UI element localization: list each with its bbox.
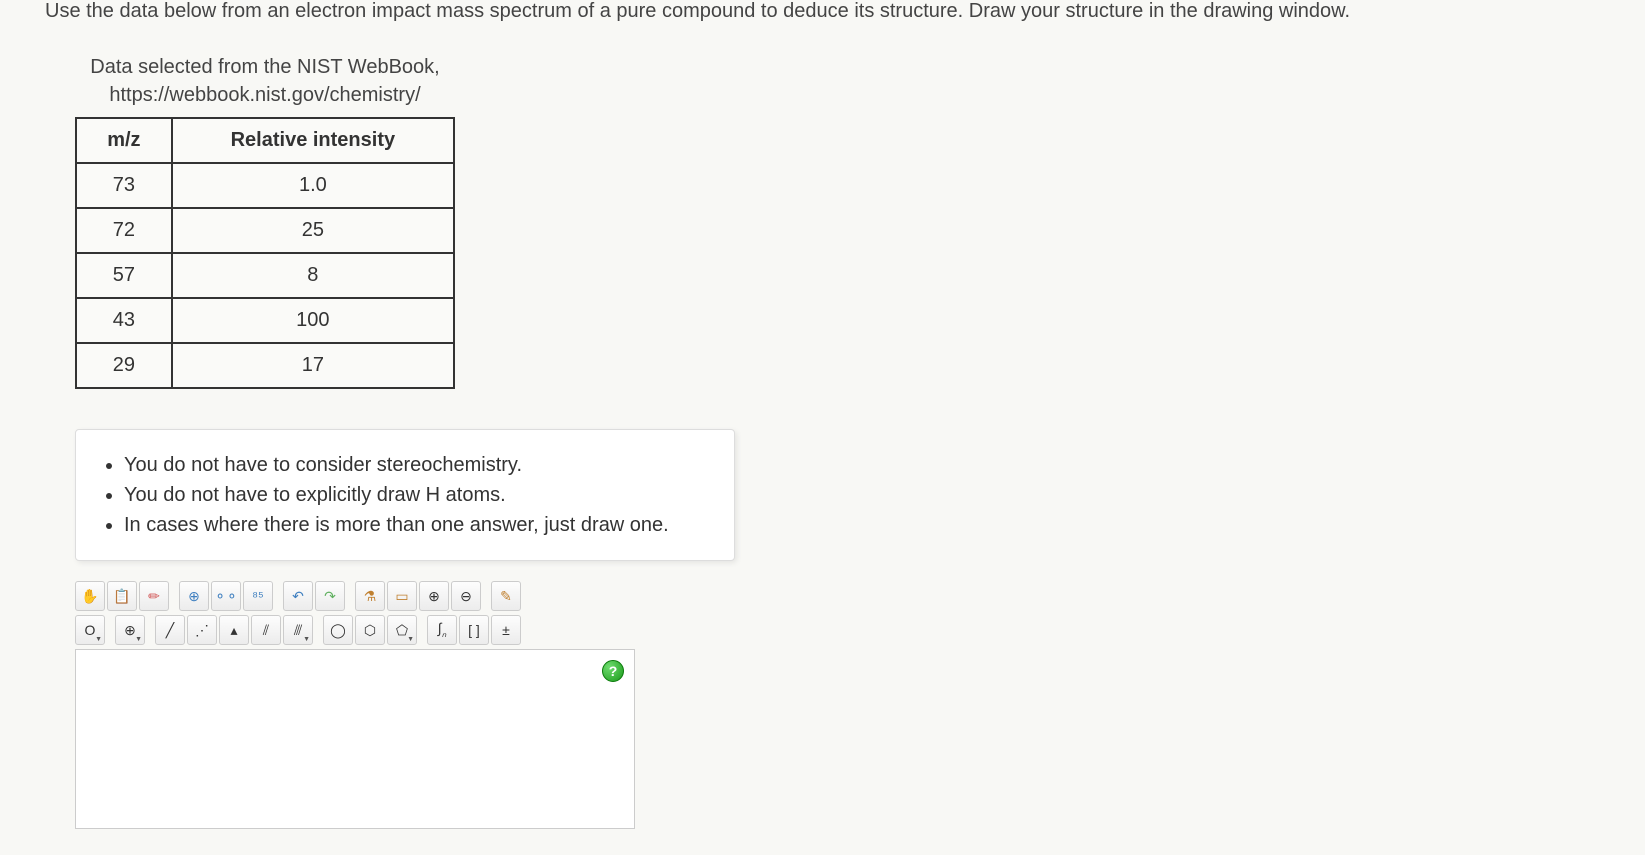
group-icon: ⁸⁵	[252, 588, 264, 604]
dotted-bond-icon: ⋰	[195, 622, 209, 639]
table-row: 73 1.0	[76, 163, 454, 208]
bracket-button[interactable]: [ ]	[459, 615, 489, 645]
instruction-item: You do not have to consider stereochemis…	[124, 450, 710, 480]
undo-icon: ↶	[292, 588, 304, 605]
zoom-out-icon: ⊖	[460, 588, 472, 605]
header-mz: m/z	[76, 118, 172, 163]
double-bond-icon: ⫽	[263, 622, 269, 639]
ring-2-button[interactable]: ⬡	[355, 615, 385, 645]
cell-ri: 100	[172, 298, 454, 343]
structure-editor: ✋ 📋 ✏ ⊕ ⚬⚬ ⁸⁵ ↶ ↷ ⚗ ▭ ⊕ ⊖ ✎ O▼	[75, 579, 635, 829]
table-row: 43 100	[76, 298, 454, 343]
chemdraw-button[interactable]: ⚗	[355, 581, 385, 611]
single-bond-button[interactable]: ╱	[155, 615, 185, 645]
wedge-bond-icon: ▴	[230, 622, 237, 639]
wedge-bond-button[interactable]: ▴	[219, 615, 249, 645]
paste-icon: 📋	[113, 588, 130, 605]
ring-3-dropdown-button[interactable]: ⬠▼	[387, 615, 417, 645]
erase-button[interactable]: ✏	[139, 581, 169, 611]
target-icon: ⊕	[188, 588, 200, 605]
double-bond-button[interactable]: ⫽	[251, 615, 281, 645]
sn-button[interactable]: ∫ₙ	[427, 615, 457, 645]
table-row: 29 17	[76, 343, 454, 388]
toolbar-row-2: O▼ ⊕▼ ╱ ⋰ ▴ ⫽ ⫻▼ ◯ ⬡ ⬠▼ ∫ₙ [ ] ±	[75, 613, 635, 647]
cell-ri: 25	[172, 208, 454, 253]
toolbar-row-1: ✋ 📋 ✏ ⊕ ⚬⚬ ⁸⁵ ↶ ↷ ⚗ ▭ ⊕ ⊖ ✎	[75, 579, 635, 613]
caption-line-2: https://webbook.nist.gov/chemistry/	[109, 84, 420, 106]
help-button[interactable]: ?	[602, 660, 624, 682]
chevron-down-icon: ▼	[135, 636, 142, 643]
redo-icon: ↷	[324, 588, 336, 605]
group-button[interactable]: ⁸⁵	[243, 581, 273, 611]
zoom-out-button[interactable]: ⊖	[451, 581, 481, 611]
cell-mz: 29	[76, 343, 172, 388]
single-bond-icon: ╱	[166, 622, 174, 639]
charge-dropdown-button[interactable]: ⊕▼	[115, 615, 145, 645]
triple-bond-dropdown-button[interactable]: ⫻▼	[283, 615, 313, 645]
redo-button[interactable]: ↷	[315, 581, 345, 611]
question-text: Use the data below from an electron impa…	[0, 0, 1645, 23]
chevron-down-icon: ▼	[303, 636, 310, 643]
plusminus-button[interactable]: ±	[491, 615, 521, 645]
atoms-button[interactable]: ⚬⚬	[211, 581, 241, 611]
table-row: 57 8	[76, 253, 454, 298]
cell-ri: 8	[172, 253, 454, 298]
plusminus-icon: ±	[502, 622, 510, 638]
paste-button[interactable]: 📋	[107, 581, 137, 611]
drawing-canvas[interactable]: ?	[75, 649, 635, 829]
element-o-label: O	[85, 622, 96, 638]
header-relative-intensity: Relative intensity	[172, 118, 454, 163]
instruction-item: In cases where there is more than one an…	[124, 510, 710, 540]
hand-tool-button[interactable]: ✋	[75, 581, 105, 611]
dotted-bond-button[interactable]: ⋰	[187, 615, 217, 645]
instructions-box: You do not have to consider stereochemis…	[75, 429, 735, 561]
sn-icon: ∫ₙ	[438, 620, 447, 640]
clean-button[interactable]: ✎	[491, 581, 521, 611]
editor-toolbar: ✋ 📋 ✏ ⊕ ⚬⚬ ⁸⁵ ↶ ↷ ⚗ ▭ ⊕ ⊖ ✎ O▼	[75, 579, 635, 647]
mass-spectrum-table: m/z Relative intensity 73 1.0 72 25 57 8…	[75, 117, 455, 389]
help-icon: ?	[609, 663, 618, 679]
cell-ri: 17	[172, 343, 454, 388]
marquee-button[interactable]: ▭	[387, 581, 417, 611]
undo-button[interactable]: ↶	[283, 581, 313, 611]
atoms-icon: ⚬⚬	[214, 588, 237, 605]
hexagon-icon: ⬡	[364, 622, 376, 639]
cell-mz: 57	[76, 253, 172, 298]
target-button[interactable]: ⊕	[179, 581, 209, 611]
ring-icon: ◯	[330, 622, 346, 639]
element-dropdown-button[interactable]: O▼	[75, 615, 105, 645]
triple-bond-icon: ⫻	[294, 622, 302, 639]
table-caption: Data selected from the NIST WebBook, htt…	[75, 53, 455, 109]
bracket-icon: [ ]	[468, 622, 480, 638]
table-row: 72 25	[76, 208, 454, 253]
hand-icon: ✋	[81, 588, 98, 605]
zoom-in-icon: ⊕	[428, 588, 440, 605]
cell-ri: 1.0	[172, 163, 454, 208]
marquee-icon: ▭	[395, 588, 408, 605]
cell-mz: 72	[76, 208, 172, 253]
instruction-item: You do not have to explicitly draw H ato…	[124, 480, 710, 510]
erase-icon: ✏	[148, 588, 160, 605]
cell-mz: 43	[76, 298, 172, 343]
chevron-down-icon: ▼	[407, 636, 414, 643]
clean-icon: ✎	[500, 588, 512, 605]
cell-mz: 73	[76, 163, 172, 208]
chemdraw-icon: ⚗	[364, 588, 377, 605]
caption-line-1: Data selected from the NIST WebBook,	[90, 56, 439, 78]
ring-1-button[interactable]: ◯	[323, 615, 353, 645]
chevron-down-icon: ▼	[95, 636, 102, 643]
zoom-in-button[interactable]: ⊕	[419, 581, 449, 611]
